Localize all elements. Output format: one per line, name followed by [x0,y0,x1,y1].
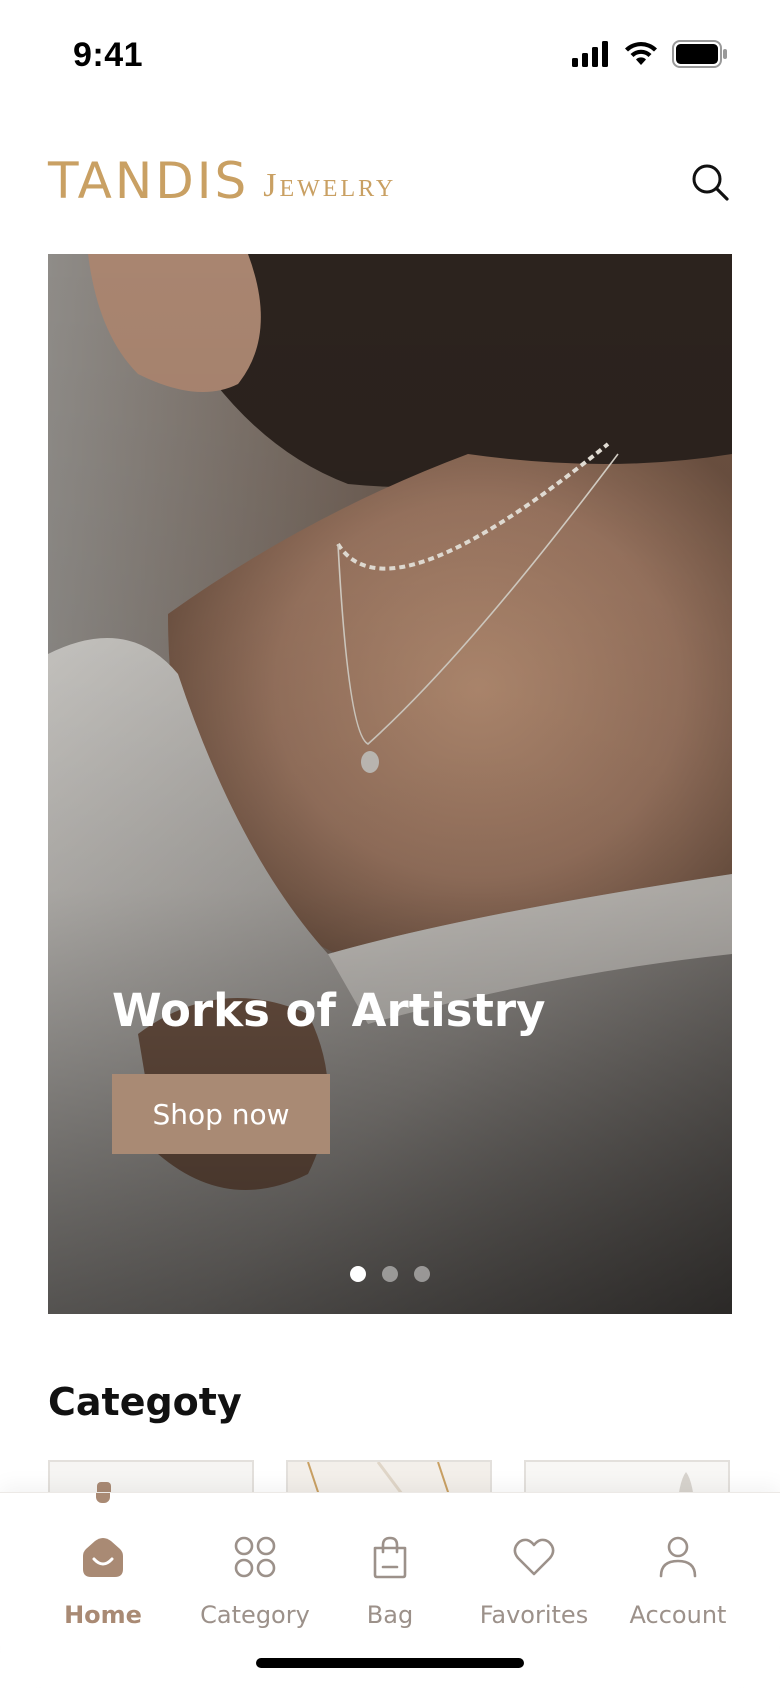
nav-label-category: Category [200,1601,310,1629]
nav-home[interactable]: Home [33,1533,173,1629]
status-icons [572,40,728,68]
app-header: TANDIS Jewelry [48,150,732,220]
shop-now-button[interactable]: Shop now [112,1074,330,1154]
user-icon [654,1533,702,1581]
nav-label-account: Account [629,1601,727,1629]
heart-icon [510,1533,558,1581]
hero-title: Works of Artistry [112,984,546,1037]
status-bar: 9:41 [0,0,780,110]
app-screen: 9:41 TANDIS Jewelry Works of Artistry Sh… [0,0,780,1688]
category-section-title: Categoty [48,1380,242,1424]
nav-category[interactable]: Category [185,1533,325,1629]
nav-favorites[interactable]: Favorites [464,1533,604,1629]
carousel-dot[interactable] [350,1266,366,1282]
nav-label-bag: Bag [366,1601,414,1629]
carousel-indicator [48,1266,732,1282]
status-time: 9:41 [73,36,144,74]
hero-banner[interactable]: Works of Artistry Shop now [48,254,732,1314]
carousel-dot[interactable] [414,1266,430,1282]
brand-name: TANDIS [48,152,250,210]
grid-icon [231,1533,279,1581]
search-button[interactable] [688,160,732,204]
nav-account[interactable]: Account [608,1533,748,1629]
battery-icon [672,40,727,68]
home-indicator[interactable] [256,1658,524,1668]
active-tab-indicator [96,1493,110,1503]
bag-icon [366,1533,414,1581]
brand-subtitle: Jewelry [263,167,397,204]
home-icon [79,1533,127,1581]
carousel-dot[interactable] [382,1266,398,1282]
nav-bag[interactable]: Bag [320,1533,460,1629]
nav-label-home: Home [64,1601,142,1629]
search-icon [692,164,729,201]
signal-icon [572,41,608,67]
brand-logo[interactable]: TANDIS Jewelry [48,154,396,208]
nav-label-favorites: Favorites [479,1601,589,1629]
wifi-icon [625,42,657,65]
hero-photo [48,254,732,1314]
